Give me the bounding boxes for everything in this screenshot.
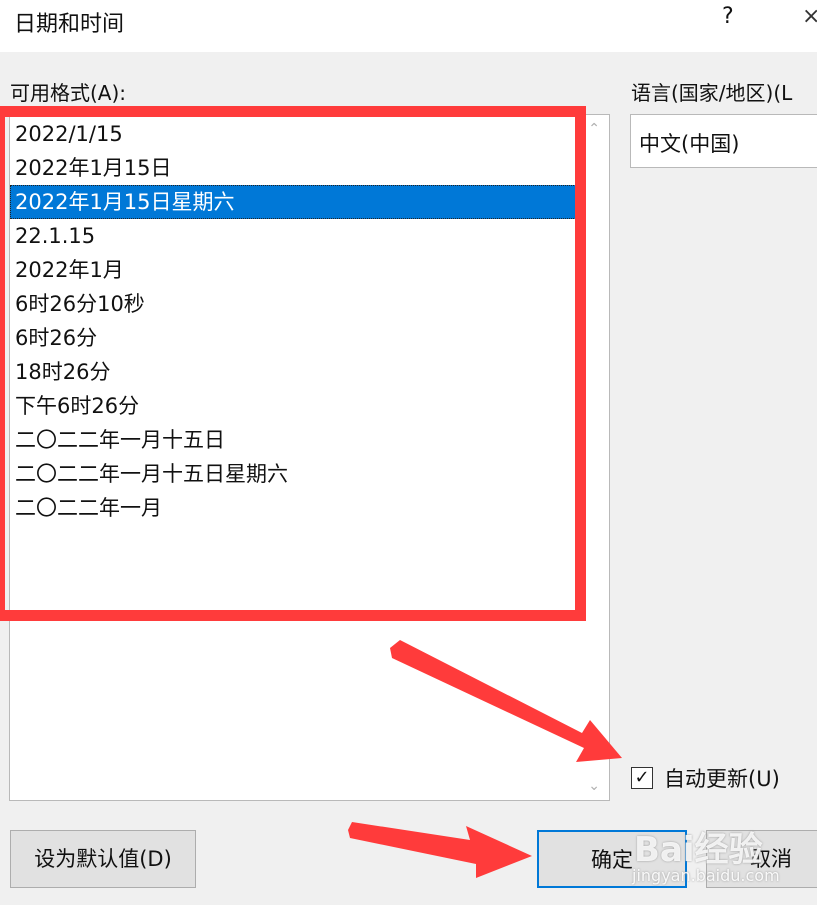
set-default-button[interactable]: 设为默认值(D) [10, 830, 196, 888]
format-option[interactable]: 二〇二二年一月 [10, 491, 576, 525]
format-option[interactable]: 6时26分10秒 [10, 287, 576, 321]
scroll-up-icon[interactable]: ⌃ [588, 121, 600, 137]
format-option[interactable]: 6时26分 [10, 321, 576, 355]
close-button[interactable]: × [802, 4, 817, 34]
format-option[interactable]: 二〇二二年一月十五日星期六 [10, 457, 576, 491]
format-option[interactable]: 2022年1月15日 [10, 151, 576, 185]
available-formats-label: 可用格式(A): [10, 81, 127, 105]
dialog-title: 日期和时间 [14, 12, 125, 37]
format-option[interactable]: 二〇二二年一月十五日 [10, 423, 576, 457]
language-value: 中文(中国) [639, 132, 740, 156]
format-option[interactable]: 下午6时26分 [10, 389, 576, 423]
format-option[interactable]: 2022年1月15日星期六 [10, 185, 576, 219]
language-select[interactable]: 中文(中国) [630, 114, 817, 168]
format-option[interactable]: 2022/1/15 [10, 117, 576, 151]
help-button[interactable]: ? [722, 4, 744, 34]
format-option[interactable]: 2022年1月 [10, 253, 576, 287]
scroll-down-icon[interactable]: ⌄ [588, 778, 600, 794]
formats-list: 2022/1/15 2022年1月15日 2022年1月15日星期六 22.1.15 2… [10, 117, 576, 525]
language-label: 语言(国家/地区)(L [631, 81, 793, 105]
auto-update-checkbox[interactable]: ✓ [631, 767, 653, 789]
ok-button[interactable]: 确定 [537, 830, 687, 888]
cancel-button[interactable]: 取消 [706, 830, 817, 888]
formats-listbox[interactable]: 2022/1/15 2022年1月15日 2022年1月15日星期六 22.1.15 2… [9, 114, 610, 801]
dialog-body: 可用格式(A): 语言(国家/地区)(L 2022/1/15 2022年1月15日… [0, 52, 817, 905]
format-option[interactable]: 22.1.15 [10, 219, 576, 253]
auto-update-label: 自动更新(U) [664, 767, 780, 791]
title-bar: 日期和时间 ? × [0, 0, 817, 52]
format-option[interactable]: 18时26分 [10, 355, 576, 389]
formats-scrollbar[interactable]: ⌃ ⌄ [575, 115, 609, 800]
